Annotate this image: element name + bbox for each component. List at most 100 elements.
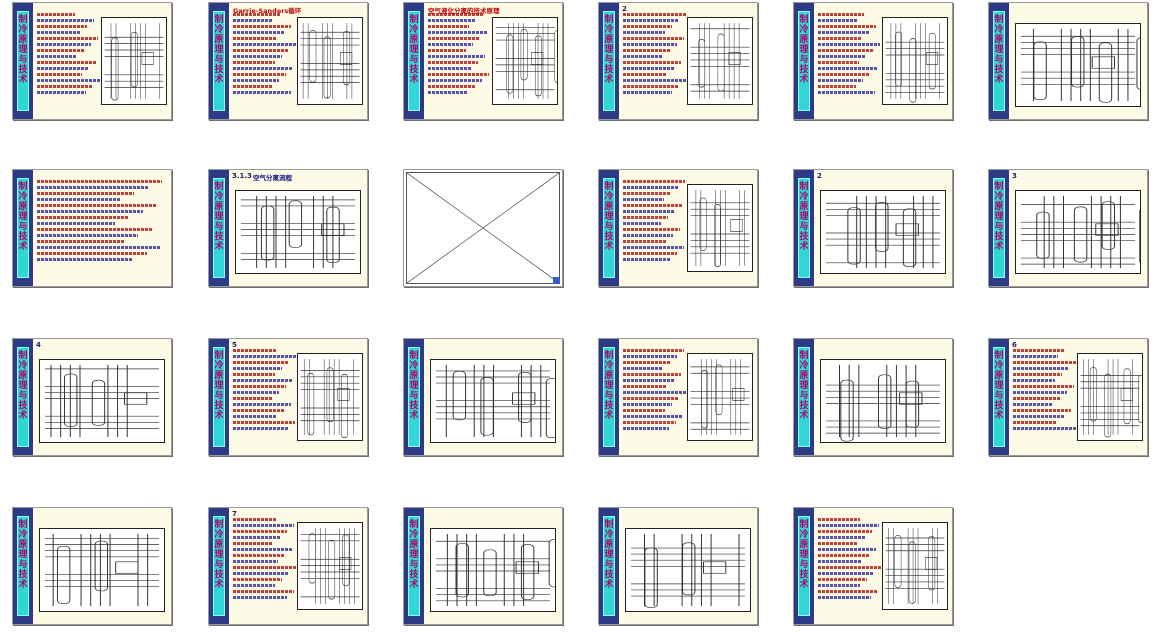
text-line [233, 349, 278, 352]
slide-body-text [818, 13, 882, 97]
slide-sidebar: 制冷原理与技术 [13, 339, 33, 455]
slide-thumbnail[interactable]: 制冷原理与技术 [12, 2, 172, 120]
slide-thumbnail[interactable]: 制冷原理与技术 [403, 507, 563, 625]
text-line [233, 391, 280, 394]
text-line [428, 25, 469, 28]
slide-thumbnail[interactable] [403, 169, 563, 287]
text-line [233, 367, 282, 370]
text-line [1013, 415, 1065, 418]
process-diagram [882, 522, 948, 610]
text-line [623, 180, 686, 183]
text-line [818, 524, 879, 527]
process-diagram [625, 528, 751, 612]
text-line [233, 566, 297, 569]
slide-thumbnail[interactable]: 制冷原理与技术 2 [598, 2, 758, 120]
diagram-lines [885, 23, 945, 103]
text-line [233, 91, 291, 94]
text-line [233, 31, 285, 34]
text-line [1013, 421, 1058, 424]
slide-thumbnail[interactable]: 制冷原理与技术 3.1.3 空气分离流程 [208, 169, 368, 287]
text-line [233, 397, 273, 400]
slide-thumbnail[interactable]: 制冷原理与技术 [12, 169, 172, 287]
text-line [233, 524, 295, 527]
slide-sidebar: 制冷原理与技术 [989, 3, 1009, 119]
slide-thumbnail[interactable]: 制冷原理与技术 7 [208, 507, 368, 625]
text-line [818, 572, 874, 575]
process-diagram [39, 528, 165, 612]
slide-sidebar: 制冷原理与技术 [209, 339, 229, 455]
sidebar-title: 制冷原理与技术 [17, 11, 29, 111]
slide-sidebar: 制冷原理与技术 [794, 3, 814, 119]
slide-thumbnail[interactable]: 制冷原理与技术 2 [793, 169, 953, 287]
text-line [233, 409, 284, 412]
text-line [623, 379, 675, 382]
text-line [233, 542, 274, 545]
text-line [428, 91, 469, 94]
slide-body-text [818, 518, 882, 602]
slide-thumbnail[interactable]: 制冷原理与技术 [988, 2, 1148, 120]
diagram-lines [885, 528, 945, 604]
slide-thumbnail[interactable]: 制冷原理与技术 [598, 338, 758, 456]
slide-thumbnail[interactable]: 制冷原理与技术 5 [208, 338, 368, 456]
slide-thumbnail[interactable]: 制冷原理与技术 [793, 2, 953, 120]
text-line [1013, 373, 1063, 376]
text-line [818, 19, 858, 22]
text-line [37, 91, 87, 94]
slide-thumbnail[interactable]: 制冷原理与技术 3 [988, 169, 1148, 287]
text-line [233, 560, 278, 563]
sidebar-title: 制冷原理与技术 [213, 516, 225, 616]
text-line [1013, 385, 1074, 388]
sidebar-title: 制冷原理与技术 [798, 516, 810, 616]
text-line [818, 596, 872, 599]
text-line [233, 596, 287, 599]
text-line [233, 73, 287, 76]
slide-thumbnail[interactable]: 制冷原理与技术 [793, 338, 953, 456]
text-line [37, 43, 92, 46]
sidebar-title: 制冷原理与技术 [408, 516, 420, 616]
slide-thumbnail[interactable]: 制冷原理与技术 Garrie-Sanders循环 [208, 2, 368, 120]
text-line [37, 204, 158, 207]
text-line [1013, 403, 1053, 406]
sidebar-title: 制冷原理与技术 [993, 178, 1005, 278]
slide-thumbnail[interactable]: 制冷原理与技术 6 [988, 338, 1148, 456]
text-line [623, 252, 678, 255]
text-line [623, 385, 668, 388]
text-line [623, 67, 675, 70]
text-line [233, 403, 291, 406]
text-line [37, 186, 149, 189]
process-diagram [882, 17, 948, 105]
diagram-lines [300, 528, 360, 604]
slide-thumbnail[interactable]: 制冷原理与技术 [793, 507, 953, 625]
text-line [233, 536, 281, 539]
process-diagram [430, 528, 556, 612]
process-diagram [101, 17, 167, 105]
text-line [1013, 361, 1077, 364]
text-line [37, 31, 80, 34]
text-line [37, 222, 116, 225]
slide-sidebar: 制冷原理与技术 [599, 339, 619, 455]
slide-thumbnail[interactable]: 制冷原理与技术 [12, 507, 172, 625]
text-line [428, 61, 478, 64]
text-line [818, 67, 878, 70]
slide-thumbnail[interactable]: 制冷原理与技术 [403, 338, 563, 456]
text-line [623, 204, 683, 207]
slide-sidebar: 制冷原理与技术 [209, 3, 229, 119]
diagram-lines [435, 364, 555, 439]
sidebar-title: 制冷原理与技术 [993, 347, 1005, 447]
slide-body-text [623, 13, 687, 97]
text-line [233, 49, 289, 52]
text-line [37, 67, 89, 70]
text-line [233, 554, 285, 557]
process-diagram [430, 359, 556, 443]
text-line [623, 415, 684, 418]
text-line [37, 13, 76, 16]
slide-thumbnail[interactable]: 制冷原理与技术 [598, 507, 758, 625]
text-line [818, 584, 860, 587]
slide-thumbnail[interactable]: 制冷原理与技术 4 [12, 338, 172, 456]
text-line [1013, 409, 1072, 412]
slide-sidebar: 制冷原理与技术 [209, 508, 229, 624]
slide-thumbnail[interactable]: 制冷原理与技术 空气液化分离的技术原理 [403, 2, 563, 120]
text-line [233, 421, 296, 424]
slide-thumbnail[interactable]: 制冷原理与技术 [598, 169, 758, 287]
missing-image-placeholder [406, 172, 560, 284]
